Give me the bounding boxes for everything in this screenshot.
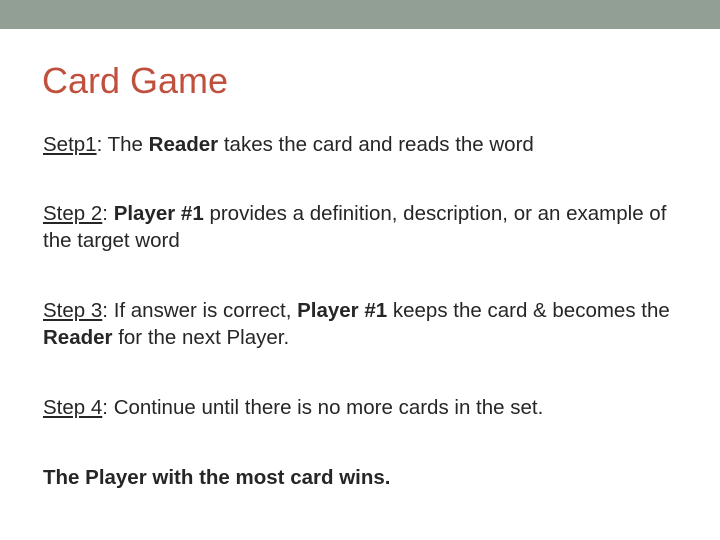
separator: : bbox=[102, 299, 114, 322]
top-accent-bar bbox=[0, 0, 720, 29]
separator: : bbox=[102, 202, 114, 225]
slide-title: Card Game bbox=[42, 60, 229, 101]
step-1-label: Setp1 bbox=[43, 133, 97, 156]
role-reader: Reader bbox=[148, 133, 219, 156]
separator: : bbox=[102, 396, 114, 419]
step-3-text: Step 3: If answer is correct, Player #1 … bbox=[43, 297, 693, 351]
text-segment: takes the card and reads the word bbox=[218, 133, 534, 156]
step-4-text: Step 4: Continue until there is no more … bbox=[43, 394, 693, 421]
text-segment: The bbox=[107, 133, 149, 156]
text-segment: Continue until there is no more cards in… bbox=[113, 396, 544, 419]
step-4-label: Step 4 bbox=[43, 396, 103, 419]
separator: : bbox=[96, 133, 108, 156]
role-player-1: Player #1 bbox=[297, 299, 388, 322]
step-2-text: Step 2: Player #1 provides a definition,… bbox=[43, 200, 693, 254]
step-3-label: Step 3 bbox=[43, 299, 103, 322]
text-segment: keeps the card & becomes the bbox=[387, 299, 670, 322]
step-2-label: Step 2 bbox=[43, 202, 103, 225]
text-segment: for the next Player. bbox=[112, 326, 290, 349]
conclusion-text: The Player with the most card wins. bbox=[43, 466, 391, 489]
step-1-text: Setp1: The Reader takes the card and rea… bbox=[43, 131, 693, 158]
role-reader: Reader bbox=[43, 326, 113, 349]
text-segment: If answer is correct, bbox=[113, 299, 298, 322]
role-player-1: Player #1 bbox=[113, 202, 204, 225]
